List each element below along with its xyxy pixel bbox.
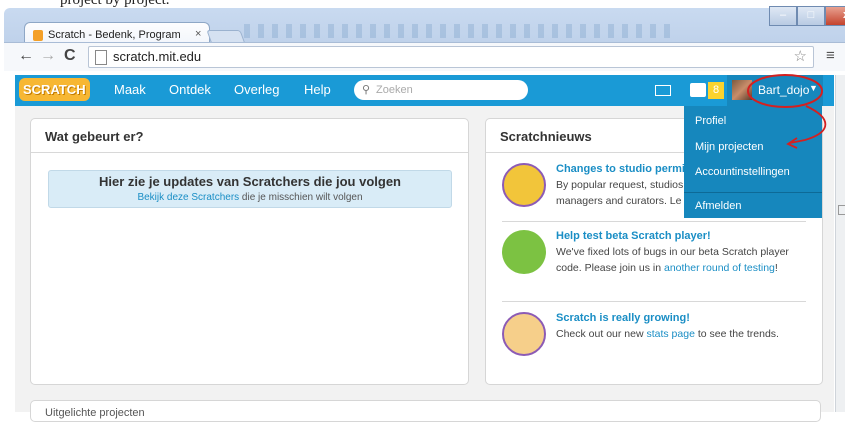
- scroll-thumb[interactable]: [838, 205, 845, 215]
- page-scrollbar[interactable]: [835, 75, 845, 412]
- red-annotation-overlay: [747, 74, 827, 149]
- red-circle-annotation: [747, 74, 823, 108]
- red-arrow-annotation: [789, 105, 827, 144]
